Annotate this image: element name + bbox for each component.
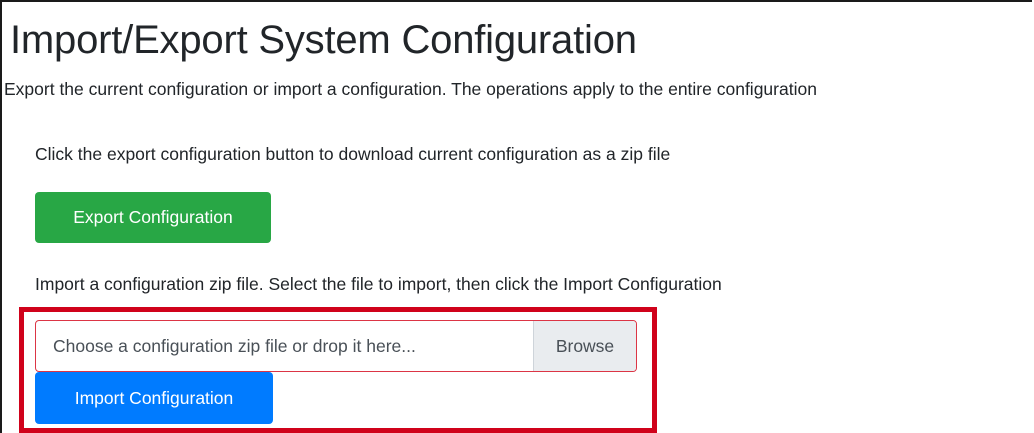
import-help-text: Import a configuration zip file. Select …	[35, 274, 722, 294]
export-help-text: Click the export configuration button to…	[35, 144, 671, 164]
highlight-annotation-box	[19, 307, 657, 433]
page-container: Import/Export System Configuration Expor…	[0, 0, 1032, 433]
page-description: Export the current configuration or impo…	[4, 79, 817, 99]
export-configuration-button[interactable]: Export Configuration	[35, 192, 271, 243]
page-title: Import/Export System Configuration	[10, 18, 637, 62]
